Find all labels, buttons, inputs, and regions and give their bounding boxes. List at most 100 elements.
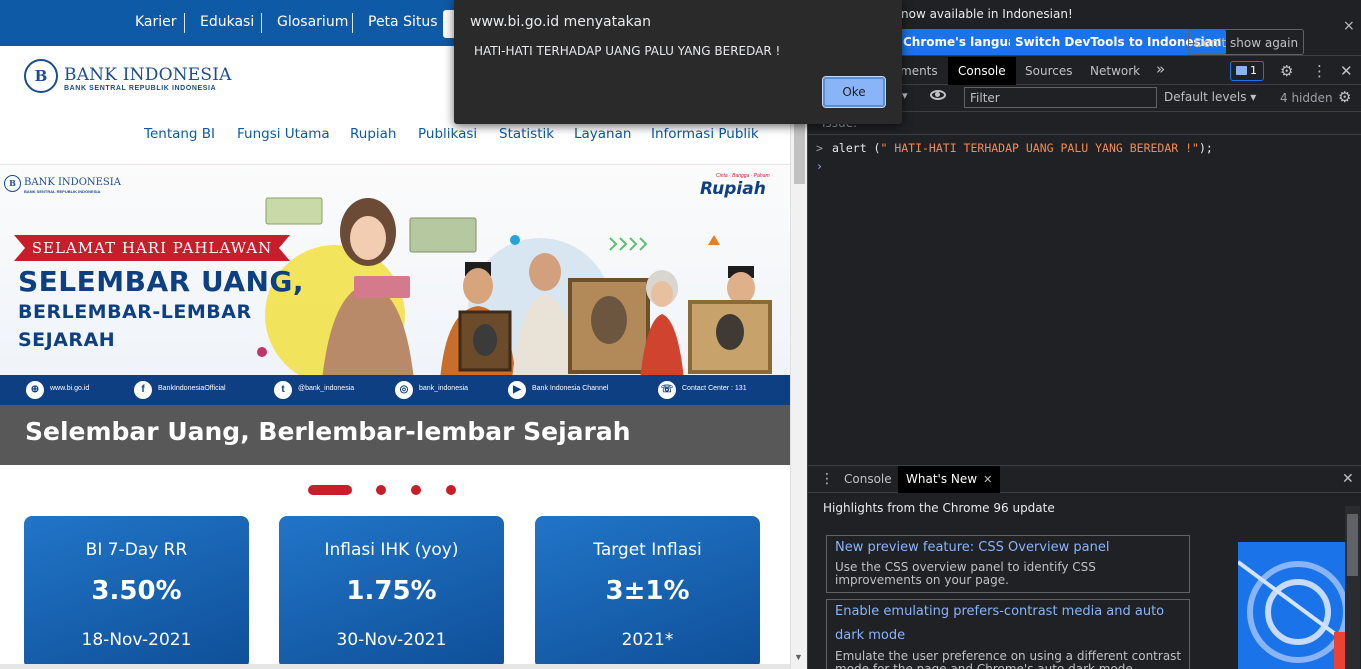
close-icon[interactable]: ✕ — [983, 473, 992, 486]
hidden-messages-count: 4 hidden — [1280, 91, 1333, 105]
top-link-edukasi[interactable]: Edukasi — [200, 14, 254, 30]
whats-new-card[interactable]: Enable emulating prefers-contrast media … — [826, 599, 1190, 669]
more-tabs-chevron-icon[interactable]: » — [1156, 60, 1165, 78]
carousel-dot[interactable] — [376, 485, 386, 495]
code-string: " HATI-HATI TERHADAP UANG PALU YANG BERE… — [880, 141, 1199, 155]
stat-value: 1.75% — [346, 576, 437, 606]
stat-card-inflasi-ihk[interactable]: Inflasi IHK (yoy) 1.75% 30-Nov-2021 — [279, 516, 504, 669]
twitter-icon: t — [274, 381, 292, 399]
nav-item-layanan[interactable]: Layanan — [574, 126, 631, 142]
devtools-drawer: ⋮ Console What's New ✕ ✕ Highlights from … — [808, 465, 1361, 669]
carousel-dot[interactable] — [446, 485, 456, 495]
banner-caption-bar: Selembar Uang, Berlembar-lembar Sejarah — [0, 405, 790, 465]
nav-item-publikasi[interactable]: Publikasi — [418, 126, 477, 142]
dont-show-again-button[interactable]: Don't show again — [1188, 29, 1305, 55]
whats-new-card[interactable]: New preview feature: CSS Overview panel … — [826, 535, 1190, 593]
banknote-icon — [265, 197, 323, 225]
carousel-dot[interactable] — [411, 485, 421, 495]
whats-new-card-title[interactable]: Enable emulating prefers-contrast media … — [835, 600, 1187, 648]
banner-headline-1: SELEMBAR UANG, — [18, 265, 305, 298]
scroll-down-arrow-icon[interactable]: ▼ — [794, 652, 803, 662]
bank-indonesia-logo[interactable]: B BANK INDONESIA BANK SENTRAL REPUBLIK I… — [24, 58, 231, 98]
top-link-karier[interactable]: Karier — [135, 14, 177, 30]
stat-label: BI 7-Day RR — [85, 540, 188, 560]
nav-item-informasi-publik[interactable]: Informasi Publik — [651, 126, 759, 142]
nav-item-statistik[interactable]: Statistik — [499, 126, 554, 142]
globe-icon: ⊕ — [26, 381, 44, 399]
banner-logo-subtitle: BANK SENTRAL REPUBLIK INDONESIA — [24, 189, 101, 194]
nav-item-tentang-bi[interactable]: Tentang BI — [144, 126, 215, 142]
context-dropdown-icon[interactable]: ▾ — [902, 89, 908, 102]
console-prompt-icon: › — [816, 159, 823, 173]
drawer-scrollbar[interactable] — [1345, 506, 1360, 669]
issues-badge[interactable]: 1 — [1230, 61, 1264, 81]
dot-shape — [510, 235, 520, 245]
drawer-scrollbar-thumb[interactable] — [1347, 514, 1358, 576]
infobar-message: now available in Indonesian! — [901, 7, 1073, 21]
tab-sources[interactable]: Sources — [1015, 57, 1082, 85]
kebab-menu-icon[interactable]: ⋮ — [1312, 62, 1327, 80]
logo-subtitle: BANK SENTRAL REPUBLIK INDONESIA — [64, 85, 217, 92]
alert-message: HATI-HATI TERHADAP UANG PALU YANG BEREDA… — [474, 44, 781, 58]
rupiah-campaign-logo: Cinta · Bangga · Paham Rupiah — [700, 173, 775, 203]
code-end: ); — [1198, 141, 1213, 155]
console-filter-input[interactable] — [964, 87, 1157, 108]
log-levels-dropdown[interactable]: Default levels ▾ — [1164, 90, 1256, 104]
banner-footer-text: BankIndonesiaOfficial — [158, 385, 226, 392]
tab-network[interactable]: Network — [1080, 57, 1150, 85]
whats-new-heading: Highlights from the Chrome 96 update — [823, 501, 1055, 515]
gear-icon[interactable]: ⚙ — [1280, 62, 1293, 80]
carousel-indicators — [308, 484, 468, 496]
stat-date: 2021* — [621, 630, 674, 650]
alert-ok-button[interactable]: Oke — [822, 76, 886, 108]
nav-item-rupiah[interactable]: Rupiah — [350, 126, 396, 142]
whats-new-feature-image — [1238, 542, 1346, 669]
close-icon[interactable]: × — [1343, 18, 1355, 34]
stat-date: 30-Nov-2021 — [336, 630, 447, 650]
drawer-tab-console[interactable]: Console — [836, 466, 900, 493]
stat-card-bi-7day-rr[interactable]: BI 7-Day RR 3.50% 18-Nov-2021 — [24, 516, 249, 669]
console-input-line[interactable]: › — [808, 155, 1361, 177]
banner-footer-text: Contact Center : 131 — [682, 385, 747, 392]
banner-ribbon: SELAMAT HARI PAHLAWAN — [14, 235, 290, 261]
banner-footer-text: @bank_indonesia — [298, 385, 355, 392]
kebab-menu-icon[interactable]: ⋮ — [820, 471, 834, 487]
whats-new-card-title[interactable]: New preview feature: CSS Overview panel — [835, 536, 1109, 560]
banner-illustration — [257, 197, 772, 380]
nav-item-fungsi-utama[interactable]: Fungsi Utama — [237, 126, 330, 142]
stat-label: Inflasi IHK (yoy) — [324, 540, 459, 560]
console-code: alert (" HATI-HATI TERHADAP UANG PALU YA… — [832, 141, 1213, 155]
stat-value: 3.50% — [91, 576, 182, 606]
main-navigation: Tentang BI Fungsi Utama Rupiah Publikasi… — [0, 126, 790, 144]
tab-console[interactable]: Console — [948, 57, 1016, 85]
close-icon[interactable]: ✕ — [1340, 62, 1353, 80]
close-icon[interactable]: ✕ — [1342, 471, 1354, 487]
portrait-frame-large — [568, 278, 650, 374]
top-link-separator — [184, 13, 185, 33]
drawer-tab-whats-new[interactable]: What's New ✕ — [898, 466, 1001, 493]
stat-card-target-inflasi[interactable]: Target Inflasi 3±1% 2021* — [535, 516, 760, 669]
hero-banner[interactable]: B BANK INDONESIA BANK SENTRAL REPUBLIK I… — [0, 165, 790, 405]
youtube-icon: ▶ — [508, 381, 526, 399]
banknote-icon — [354, 276, 410, 298]
alert-origin: www.bi.go.id menyatakan — [470, 14, 651, 30]
facebook-icon: f — [134, 381, 152, 399]
eye-icon[interactable] — [930, 90, 946, 100]
instagram-icon: ◎ — [395, 381, 413, 399]
console-output[interactable]: Issue: > alert (" HATI-HATI TERHADAP UAN… — [808, 113, 1361, 463]
banner-caption[interactable]: Selembar Uang, Berlembar-lembar Sejarah — [25, 417, 631, 446]
logo-name: BANK INDONESIA — [64, 65, 232, 85]
carousel-dot-active[interactable] — [308, 485, 352, 495]
top-link-glosarium[interactable]: Glosarium — [277, 14, 348, 30]
gear-icon[interactable]: ⚙ — [1338, 88, 1351, 106]
banner-footer-text: bank_indonesia — [419, 385, 469, 392]
banner-social-footer: ⊕ www.bi.go.id f BankIndonesiaOfficial t… — [0, 375, 790, 405]
banner-headline-2: BERLEMBAR-LEMBAR — [18, 301, 252, 323]
top-link-peta-situs[interactable]: Peta Situs — [368, 14, 438, 30]
issues-count: 1 — [1250, 64, 1257, 77]
rupiah-wordmark: Rupiah — [700, 179, 766, 199]
top-link-separator — [352, 13, 353, 33]
page-bottom-edge — [0, 664, 790, 669]
stat-date: 18-Nov-2021 — [81, 630, 192, 650]
banknote-icon — [409, 217, 477, 253]
